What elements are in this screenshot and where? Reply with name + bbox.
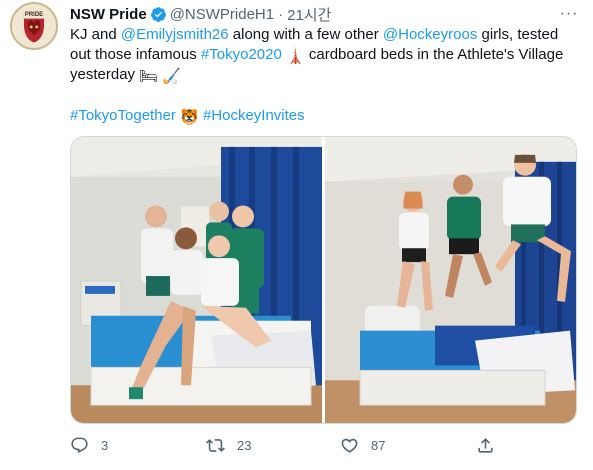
- share-icon: [478, 437, 493, 453]
- avatar[interactable]: PRIDE: [10, 2, 58, 50]
- pride-logo-icon: PRIDE: [12, 4, 56, 48]
- action-bar: 3 23 87: [70, 432, 510, 458]
- retweet-icon: [206, 438, 225, 452]
- tweet-text: KJ and @Emilyjsmith26 along with a few o…: [70, 25, 585, 85]
- jumping-photo-image: [325, 137, 576, 423]
- tweet[interactable]: PRIDE NSW Pride @NSWPrideH1 · 21시간 ··· K…: [0, 0, 593, 470]
- handle[interactable]: @NSWPrideH1: [170, 6, 274, 23]
- avatar-text: PRIDE: [25, 12, 43, 18]
- tokyo-tower-emoji: 🗼: [286, 48, 305, 65]
- jumping-on-bed-photo[interactable]: [325, 137, 576, 423]
- like-button[interactable]: 87: [340, 432, 385, 458]
- verified-badge-icon: [150, 6, 166, 22]
- media-grid: [70, 136, 577, 424]
- text-segment: cardboard beds in the Athlete's Village: [304, 46, 564, 63]
- reply-count: 3: [101, 437, 109, 453]
- text-segment: out those infamous: [70, 46, 201, 63]
- tiger-emoji: 🐯: [180, 109, 199, 126]
- group-on-bed-photo[interactable]: [71, 137, 322, 423]
- text-segment: along with a few other: [228, 26, 383, 43]
- tweet-line-3: yesterday 🛏 🏑: [70, 65, 585, 85]
- tweet-header: NSW Pride @NSWPrideH1 · 21시간: [70, 4, 331, 24]
- like-count: 87: [371, 437, 386, 453]
- reply-icon: [71, 437, 88, 453]
- mention-hockeyroos[interactable]: @Hockeyroos: [383, 26, 477, 43]
- tweet-line-1: KJ and @Emilyjsmith26 along with a few o…: [70, 25, 585, 45]
- hashtag-tokyotogether[interactable]: #TokyoTogether: [70, 107, 176, 124]
- mention-emilyjsmith26[interactable]: @Emilyjsmith26: [121, 26, 229, 43]
- hashtag-hockeyinvites[interactable]: #HockeyInvites: [203, 107, 305, 124]
- timestamp[interactable]: 21시간: [287, 4, 331, 25]
- text-segment: KJ and: [70, 26, 121, 43]
- more-dots-icon[interactable]: ···: [556, 4, 582, 24]
- retweet-count: 23: [237, 437, 252, 453]
- bed-hockey-emoji: 🛏 🏑: [139, 68, 182, 85]
- hashtag-line: #TokyoTogether 🐯 #HockeyInvites: [70, 106, 305, 128]
- group-photo-image: [71, 137, 322, 423]
- hashtag-tokyo2020[interactable]: #Tokyo2020: [201, 46, 282, 63]
- heart-icon: [341, 438, 358, 453]
- text-segment: yesterday: [70, 66, 140, 83]
- separator-dot: ·: [278, 5, 284, 23]
- tweet-line-2: out those infamous #Tokyo2020 🗼 cardboar…: [70, 45, 585, 65]
- reply-button[interactable]: 3: [70, 432, 108, 458]
- share-button[interactable]: [476, 432, 495, 458]
- text-segment: girls, tested: [477, 26, 559, 43]
- retweet-button[interactable]: 23: [206, 432, 251, 458]
- display-name[interactable]: NSW Pride: [70, 6, 147, 23]
